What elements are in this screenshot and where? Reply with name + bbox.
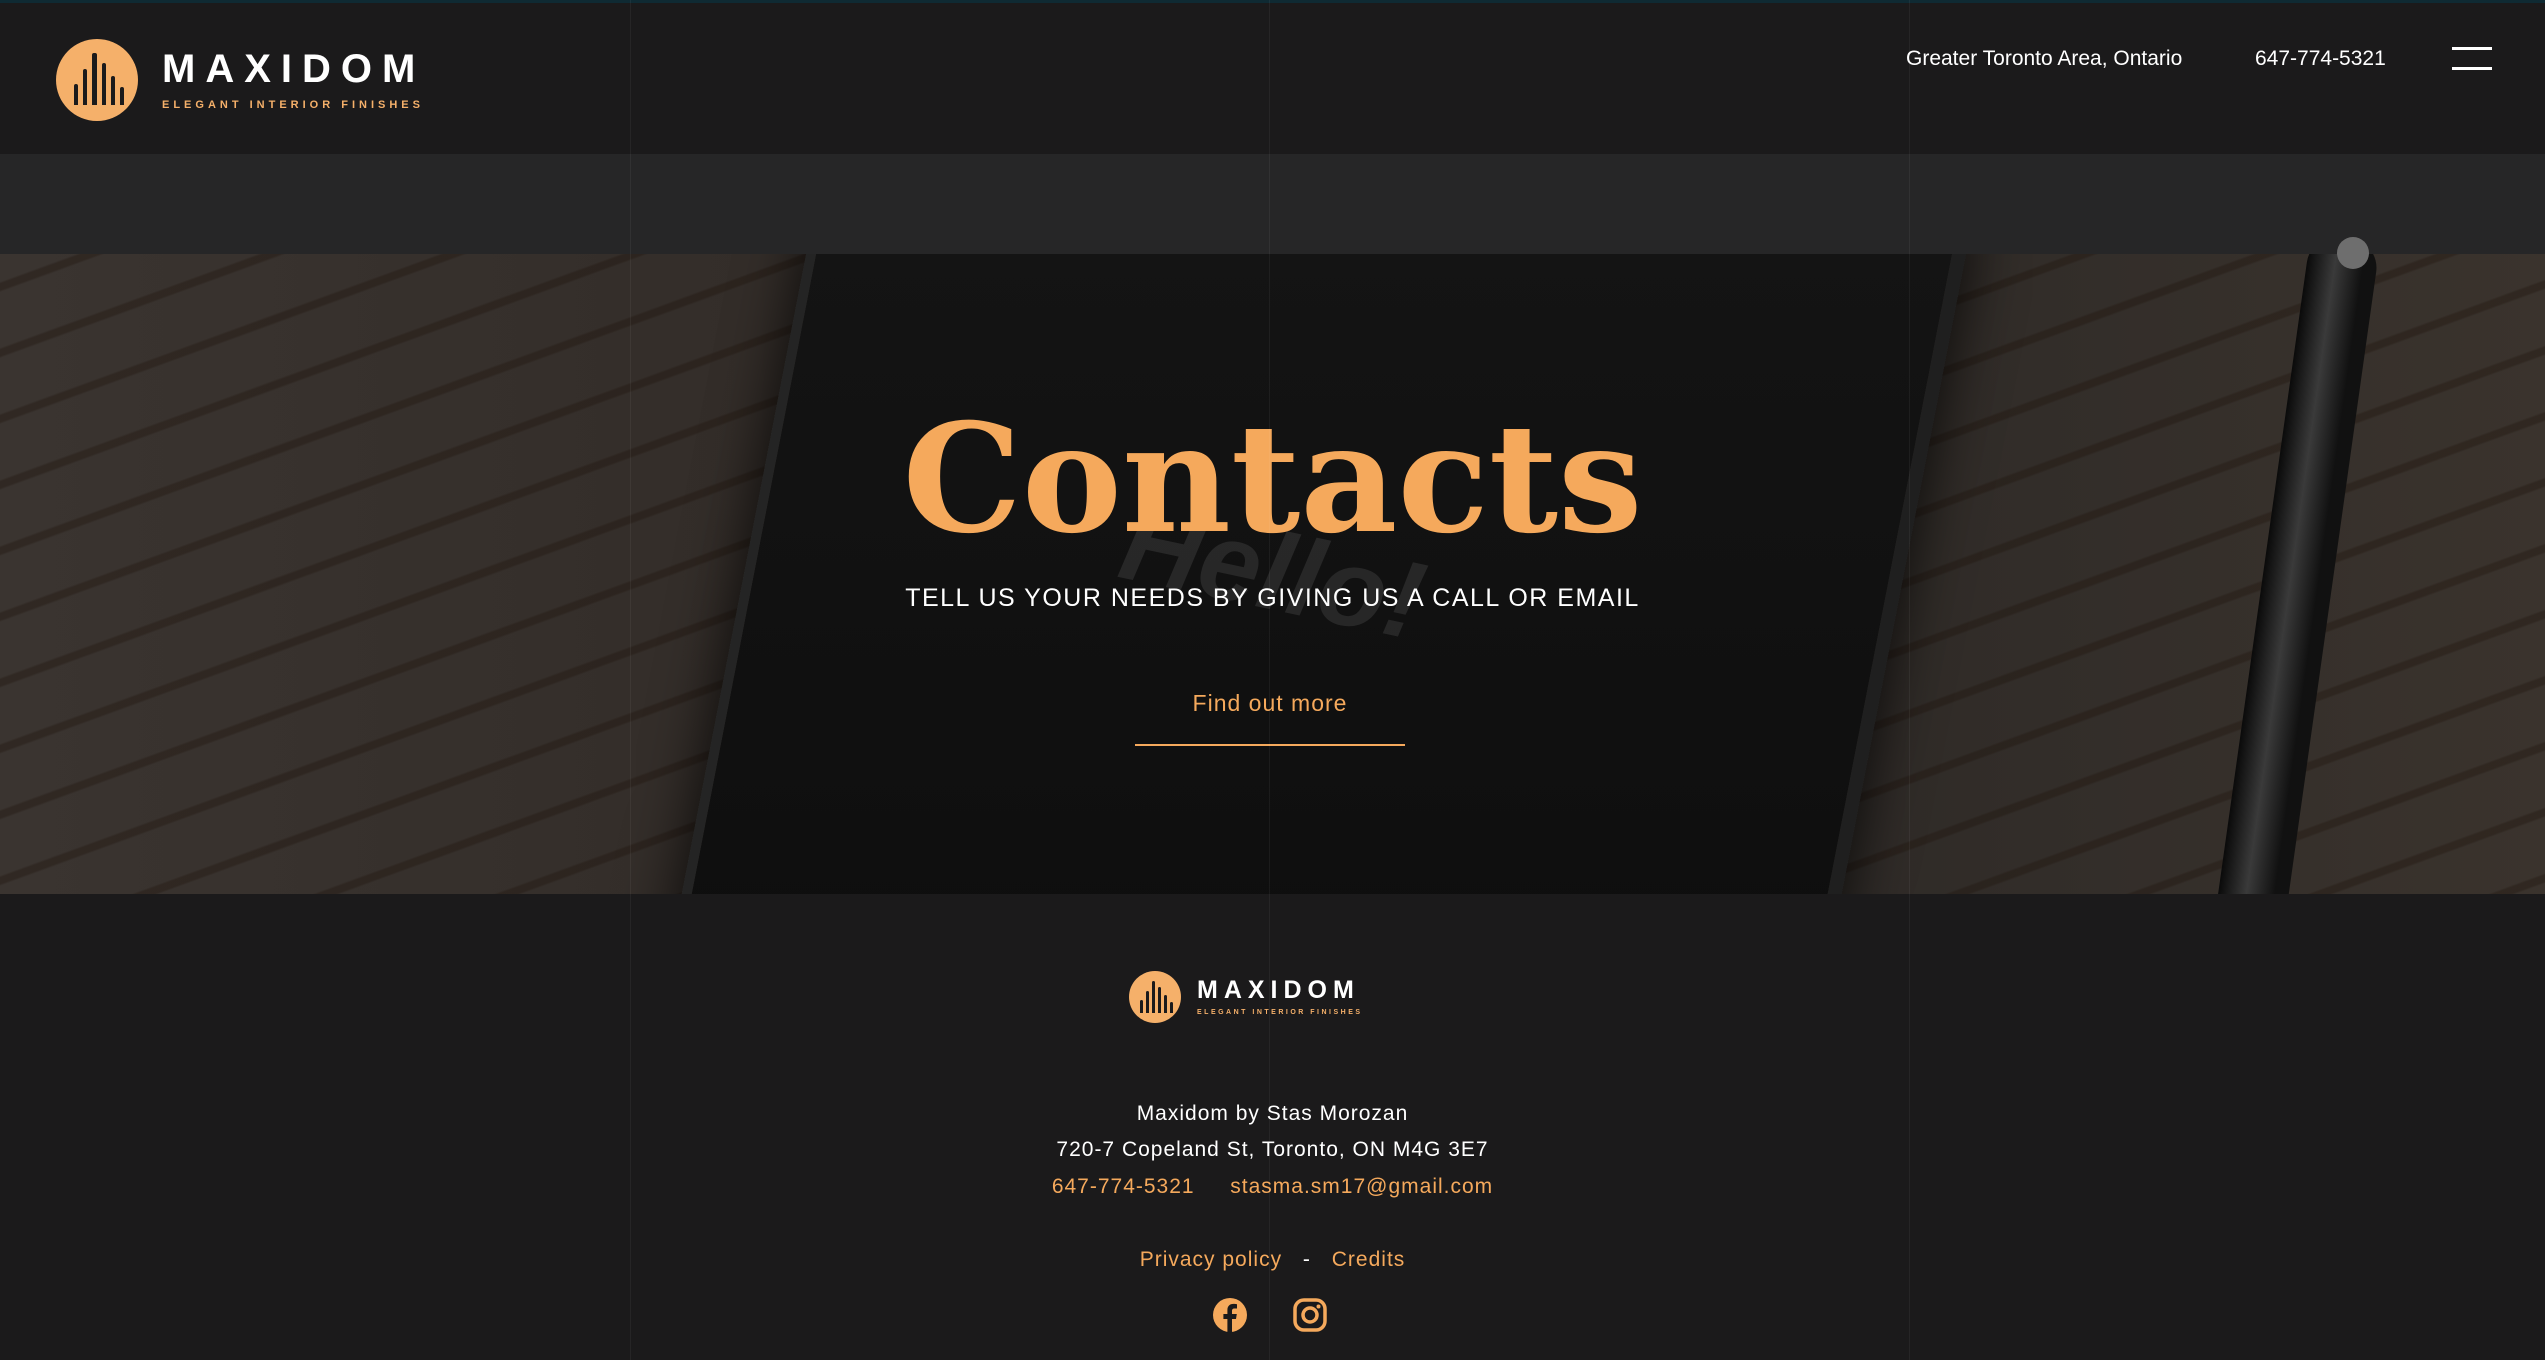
logo-word: MAXIDOM — [162, 47, 426, 91]
logo-mark-icon — [56, 39, 138, 121]
social-links — [1212, 1297, 1328, 1333]
logo-text: MAXIDOM ELEGANT INTERIOR FINISHES — [162, 49, 425, 111]
facebook-icon[interactable] — [1212, 1297, 1248, 1333]
header-band — [0, 154, 2545, 254]
hero-section: Hello! Contacts TELL US YOUR NEEDS BY GI… — [0, 254, 2545, 894]
footer-logo-text: MAXIDOM ELEGANT INTERIOR FINISHES — [1197, 976, 1363, 1017]
page-title: Contacts — [902, 391, 1643, 567]
footer-logo-tagline: ELEGANT INTERIOR FINISHES — [1197, 1009, 1363, 1016]
footer-separator: - — [1302, 1248, 1311, 1271]
footer-company: Maxidom by Stas Morozan — [1136, 1102, 1409, 1125]
pen-image — [2213, 254, 2381, 894]
footer-logo[interactable]: MAXIDOM ELEGANT INTERIOR FINISHES — [1129, 971, 1363, 1023]
site-header: MAXIDOM ELEGANT INTERIOR FINISHES Greate… — [0, 0, 2545, 154]
find-out-more-button[interactable]: Find out more — [1135, 684, 1405, 746]
logo-mark-icon — [1129, 971, 1181, 1023]
header-phone-link[interactable]: 647-774-5321 — [2255, 47, 2386, 71]
header-logo[interactable]: MAXIDOM ELEGANT INTERIOR FINISHES — [56, 39, 425, 121]
footer-contact-line: 647-774-5321 stasma.sm17@gmail.com — [0, 1175, 2545, 1199]
instagram-icon[interactable] — [1292, 1297, 1328, 1333]
header-location: Greater Toronto Area, Ontario — [1906, 47, 2183, 70]
privacy-policy-link[interactable]: Privacy policy — [1140, 1248, 1282, 1271]
credits-link[interactable]: Credits — [1332, 1248, 1406, 1271]
logo-tagline: ELEGANT INTERIOR FINISHES — [162, 99, 424, 111]
footer-phone-link[interactable]: 647-774-5321 — [1052, 1175, 1195, 1198]
hamburger-icon[interactable] — [2452, 47, 2492, 73]
hero-subtitle: TELL US YOUR NEEDS BY GIVING US A CALL O… — [905, 584, 1640, 612]
scroll-indicator-dot[interactable] — [2337, 237, 2369, 269]
footer-email-link[interactable]: stasma.sm17@gmail.com — [1230, 1175, 1493, 1198]
footer-legal-links: Privacy policy - Credits — [0, 1248, 2545, 1272]
footer-logo-word: MAXIDOM — [1197, 976, 1360, 1004]
footer-address: 720-7 Copeland St, Toronto, ON M4G 3E7 — [1056, 1138, 1489, 1161]
